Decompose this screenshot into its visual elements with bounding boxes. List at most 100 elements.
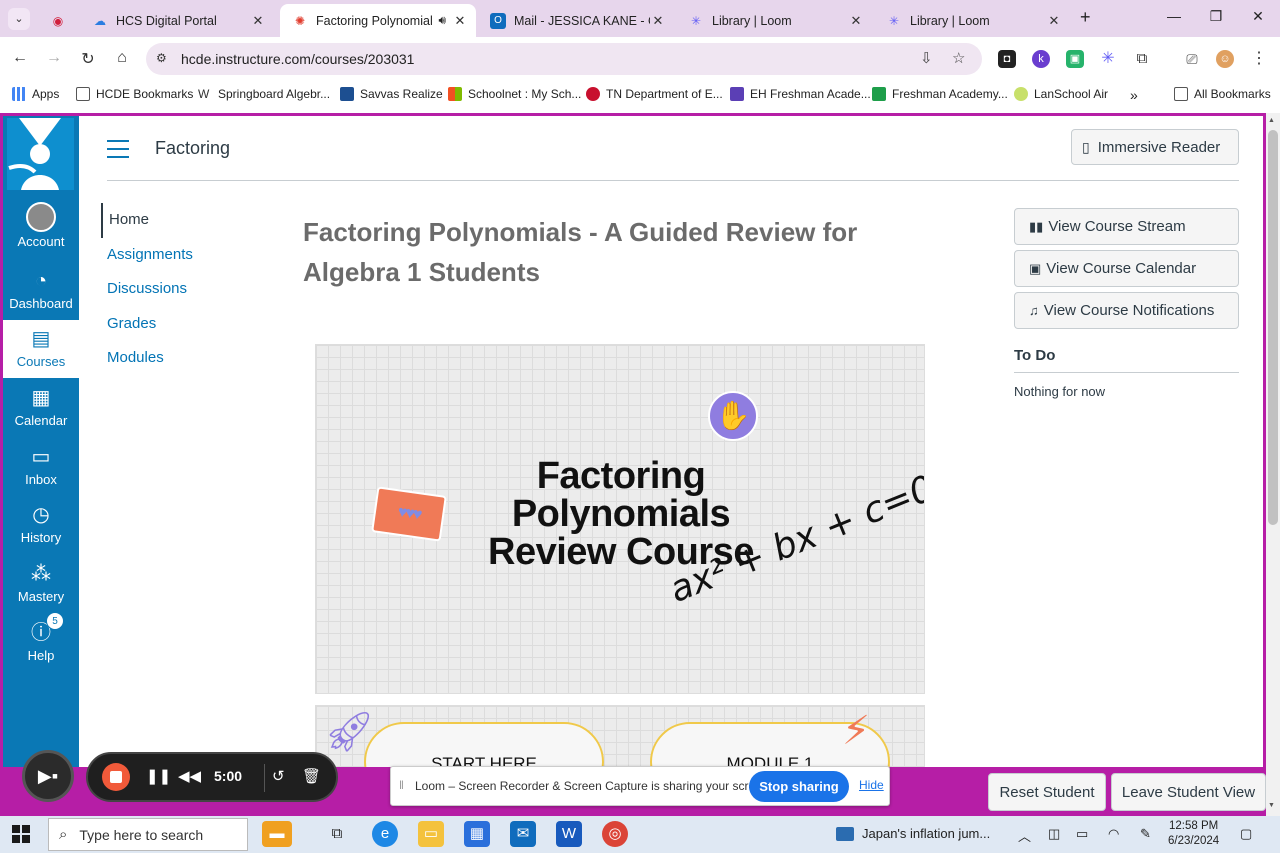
close-tab-icon[interactable]: ✕ <box>848 13 864 29</box>
todo-divider <box>1014 372 1239 373</box>
close-tab-icon[interactable]: ✕ <box>1046 13 1062 29</box>
bookmark-freshman-academy[interactable]: Freshman Academy... <box>872 87 1008 101</box>
nav-courses[interactable]: ▤ Courses <box>3 320 79 378</box>
course-nav-assignments[interactable]: Assignments <box>101 238 193 273</box>
tab-loom-library-1[interactable]: ✳ Library | Loom ✕ <box>676 4 872 37</box>
bookmark-tn-dept[interactable]: TN Department of E... <box>586 87 723 101</box>
close-tab-icon[interactable]: ✕ <box>452 13 468 29</box>
file-explorer-icon[interactable]: ▭ <box>418 821 444 847</box>
extension-recorder-icon[interactable]: ◘ <box>998 50 1016 68</box>
speaker-icon[interactable]: 🔊︎ <box>438 13 446 28</box>
forward-icon[interactable]: → <box>44 49 64 67</box>
site-info-icon[interactable]: ⚙ <box>156 51 167 65</box>
nav-mastery[interactable]: ⁂ Mastery <box>3 555 79 613</box>
extension-green-icon[interactable]: ▣ <box>1066 50 1084 68</box>
close-tab-icon[interactable]: ✕ <box>250 13 266 29</box>
battery-icon[interactable]: ▭ <box>1076 826 1088 842</box>
tab-mail[interactable]: O Mail - JESSICA KANE - Outl ✕ <box>478 4 674 37</box>
tab-loom-library-2[interactable]: ✳ Library | Loom ✕ <box>874 4 1070 37</box>
breadcrumb[interactable]: Factoring <box>155 138 230 159</box>
course-nav-modules[interactable]: Modules <box>101 341 193 376</box>
meet-icon[interactable]: ◫ <box>1048 826 1060 842</box>
leave-student-view-button[interactable]: Leave Student View <box>1111 773 1266 811</box>
nav-history[interactable]: ◷ History <box>3 496 79 554</box>
view-course-calendar-button[interactable]: ▣ View Course Calendar <box>1014 250 1239 287</box>
news-widget[interactable]: Japan's inflation jum... <box>836 826 990 841</box>
view-course-stream-button[interactable]: ▮▮ View Course Stream <box>1014 208 1239 245</box>
system-clock[interactable]: 12:58 PM 6/23/2024 <box>1168 819 1219 849</box>
scroll-up-icon[interactable]: ▲ <box>1268 117 1275 124</box>
tab-factoring[interactable]: ✺ Factoring Polynomials 🔊︎ ✕ <box>280 4 476 37</box>
wifi-icon[interactable]: ◠ <box>1108 826 1119 842</box>
windows-start-icon[interactable] <box>12 825 30 843</box>
minimize-icon[interactable]: — <box>1164 8 1184 24</box>
task-view-icon[interactable]: ⧉ <box>324 821 350 847</box>
install-app-icon[interactable]: ⇩ <box>920 49 933 67</box>
nav-inbox[interactable]: ▭ Inbox <box>3 438 79 496</box>
chrome-icon[interactable]: ◎ <box>602 821 628 847</box>
page-scrollbar-thumb[interactable] <box>1268 130 1278 525</box>
toolbox-app-icon[interactable]: ▬ <box>262 821 292 847</box>
trash-icon[interactable]: 🗑︎ <box>302 767 321 785</box>
reset-student-button[interactable]: Reset Student <box>988 773 1106 811</box>
address-bar[interactable]: ⚙ hcde.instructure.com/courses/203031 ⇩ … <box>146 43 982 75</box>
home-icon[interactable]: ⌂ <box>112 49 132 67</box>
restart-icon[interactable]: ↺ <box>272 767 285 785</box>
extensions-puzzle-icon[interactable]: ⧉ <box>1133 50 1151 68</box>
cast-icon[interactable]: ⎚ <box>1183 50 1201 68</box>
tab-hcs-portal[interactable]: ☁ HCS Digital Portal ✕ <box>80 4 274 37</box>
bookmark-hcde[interactable]: HCDE Bookmarks <box>76 87 193 101</box>
bookmark-star-icon[interactable]: ☆ <box>952 49 965 67</box>
pause-icon[interactable]: ❚❚ <box>146 767 171 785</box>
word-icon[interactable]: W <box>556 821 582 847</box>
bookmark-schoolnet[interactable]: Schoolnet : My Sch... <box>448 87 581 101</box>
tab-search-button[interactable]: ⌄ <box>8 8 30 30</box>
bookmark-lanschool[interactable]: LanSchool Air <box>1014 87 1108 101</box>
close-tab-icon[interactable]: ✕ <box>650 13 666 29</box>
store-icon[interactable]: ▦ <box>464 821 490 847</box>
school-logo[interactable] <box>7 118 74 190</box>
view-course-notifications-button[interactable]: ♫ View Course Notifications <box>1014 292 1239 329</box>
taskbar-search[interactable]: ⌕ Type here to search <box>48 818 248 851</box>
loom-stop-button[interactable] <box>102 763 130 791</box>
stop-sharing-button[interactable]: Stop sharing <box>749 771 849 802</box>
rewind-icon[interactable]: ◀◀ <box>178 767 201 785</box>
extension-k-icon[interactable]: k <box>1032 50 1050 68</box>
new-tab-button[interactable]: + <box>1080 7 1091 28</box>
loom-camera-button[interactable]: ▶▪ <box>22 750 74 802</box>
course-menu-toggle[interactable] <box>107 140 129 164</box>
restore-icon[interactable]: ❐ <box>1206 8 1226 25</box>
profile-avatar[interactable]: ☺ <box>1216 50 1234 68</box>
scroll-down-icon[interactable]: ▼ <box>1268 802 1275 809</box>
dashboard-icon: ◔ <box>34 270 48 292</box>
nav-help[interactable]: ⓘ 5 Help <box>3 612 79 672</box>
pen-icon[interactable]: ✎ <box>1140 826 1151 842</box>
more-bookmarks-icon[interactable]: » <box>1130 87 1138 103</box>
bookmark-apps[interactable]: Apps <box>12 87 59 101</box>
bookmark-springboard[interactable]: W Springboard Algebr... <box>198 87 330 101</box>
nav-account[interactable]: Account <box>3 196 79 254</box>
back-icon[interactable]: ← <box>10 49 30 67</box>
immersive-reader-button[interactable]: ▯ Immersive Reader <box>1071 129 1239 165</box>
drag-handle-icon[interactable]: ‖ <box>399 778 404 792</box>
course-nav-home[interactable]: Home <box>101 203 193 238</box>
browser-menu-icon[interactable]: ⋮ <box>1250 50 1268 68</box>
hide-link[interactable]: Hide <box>859 778 884 792</box>
close-window-icon[interactable]: ✕ <box>1248 8 1268 25</box>
waving-hand-icon: ✋ <box>708 391 758 441</box>
notifications-icon[interactable]: ▢ <box>1240 826 1252 842</box>
extension-loom-icon[interactable]: ✳ <box>1099 50 1117 68</box>
page-title: Factoring Polynomials - A Guided Review … <box>303 217 858 287</box>
bookmark-all[interactable]: All Bookmarks <box>1174 87 1271 101</box>
tab-recording[interactable]: ◉ <box>40 4 80 37</box>
course-nav-discussions[interactable]: Discussions <box>101 272 193 307</box>
course-nav-grades[interactable]: Grades <box>101 307 193 342</box>
tray-chevron-icon[interactable]: ︿ <box>1018 826 1031 845</box>
nav-calendar[interactable]: ▦ Calendar <box>3 379 79 437</box>
edge-icon[interactable]: e <box>372 821 398 847</box>
bookmark-savvas[interactable]: Savvas Realize <box>340 87 443 101</box>
mail-icon[interactable]: ✉ <box>510 821 536 847</box>
reload-icon[interactable]: ↻ <box>78 49 98 69</box>
bookmark-eh-freshman[interactable]: EH Freshman Acade... <box>730 87 871 101</box>
nav-dashboard[interactable]: ◔ Dashboard <box>3 262 79 320</box>
